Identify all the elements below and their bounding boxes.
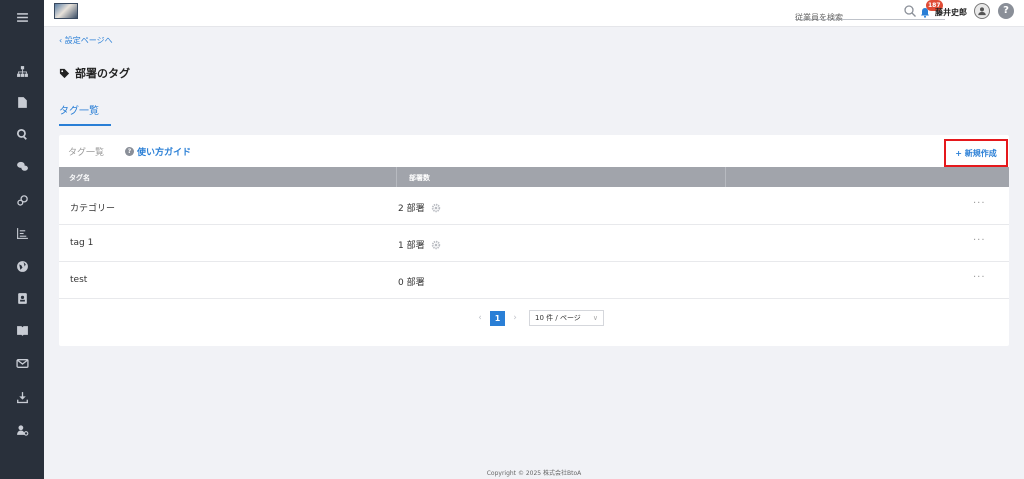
usage-guide-label: 使い方ガイド (137, 148, 192, 158)
create-new-button[interactable]: + 新規作成 (944, 139, 1008, 167)
help-button[interactable]: ? (998, 3, 1014, 19)
search-icon[interactable] (903, 4, 917, 18)
topbar: 187 藤井史郎 ? (44, 0, 1024, 27)
table-row[interactable]: カテゴリー 2 部署 ··· (59, 188, 1009, 225)
column-divider (725, 167, 726, 187)
tag-icon (59, 68, 70, 78)
user-avatar-icon (978, 7, 986, 16)
employee-search-input[interactable] (795, 10, 903, 25)
company-logo[interactable] (54, 3, 78, 19)
contact-book-icon[interactable] (0, 288, 44, 308)
chat-icon[interactable] (0, 156, 44, 176)
department-count-cell: 2 部署 (398, 201, 441, 214)
pagination: ‹ 1 › 10 件 / ページ ∨ (476, 310, 604, 326)
tag-list-card: タグ一覧 ? 使い方ガイド + 新規作成 タグ名 部署数 カテゴリー 2 部署 … (59, 135, 1009, 346)
org-chart-icon[interactable] (0, 61, 44, 81)
download-icon[interactable] (0, 387, 44, 407)
page-title: 部署のタグ (75, 67, 130, 80)
page-size-select[interactable]: 10 件 / ページ ∨ (529, 310, 604, 326)
next-page-button[interactable]: › (511, 313, 519, 323)
search-icon[interactable] (0, 124, 44, 144)
row-more-menu[interactable]: ··· (973, 235, 986, 246)
table-header: タグ名 部署数 (59, 167, 1009, 187)
prev-page-button[interactable]: ‹ (476, 313, 484, 323)
chart-icon[interactable] (0, 223, 44, 243)
username[interactable]: 藤井史郎 (935, 7, 967, 18)
column-divider (396, 167, 397, 187)
row-more-menu[interactable]: ··· (973, 272, 986, 283)
page-title-wrap: 部署のタグ (59, 65, 130, 81)
department-count: 1 部署 (398, 241, 425, 251)
department-count: 0 部署 (398, 278, 425, 288)
user-settings-icon[interactable] (0, 420, 44, 440)
tag-name-cell: tag 1 (70, 238, 94, 248)
table-row[interactable]: tag 1 1 部署 ··· (59, 225, 1009, 262)
page-number-current[interactable]: 1 (490, 310, 505, 326)
department-count: 2 部署 (398, 204, 425, 214)
card-title: タグ一覧 (68, 148, 105, 158)
gear-icon[interactable] (431, 203, 441, 213)
gear-icon[interactable] (431, 240, 441, 250)
column-header-department-count: 部署数 (409, 174, 430, 182)
hamburger-menu-icon[interactable] (0, 7, 44, 27)
card-header: タグ一覧 ? 使い方ガイド + 新規作成 (59, 135, 1009, 167)
row-more-menu[interactable]: ··· (973, 198, 986, 209)
question-icon: ? (125, 147, 134, 156)
tag-name-cell: test (70, 275, 88, 285)
department-count-cell: 0 部署 (398, 275, 425, 288)
tab-tag-list[interactable]: タグ一覧 (59, 102, 111, 126)
globe-icon[interactable] (0, 256, 44, 276)
footer-copyright: Copyright © 2025 株式会社BtoA (486, 470, 582, 477)
book-icon[interactable] (0, 320, 44, 340)
chevron-down-icon: ∨ (592, 314, 598, 322)
settings-gears-icon[interactable] (0, 190, 44, 210)
column-header-tag-name: タグ名 (69, 174, 90, 182)
mail-icon[interactable] (0, 353, 44, 373)
sidebar (0, 0, 44, 479)
table-row[interactable]: test 0 部署 ··· (59, 262, 1009, 299)
page-size-value: 10 件 / ページ (535, 314, 581, 322)
tag-name-cell: カテゴリー (70, 204, 116, 214)
back-to-settings-link[interactable]: ‹ 設定ページへ (59, 35, 113, 46)
usage-guide-link[interactable]: ? 使い方ガイド (125, 145, 191, 158)
avatar[interactable] (974, 3, 990, 19)
department-count-cell: 1 部署 (398, 238, 441, 251)
document-icon[interactable] (0, 92, 44, 112)
